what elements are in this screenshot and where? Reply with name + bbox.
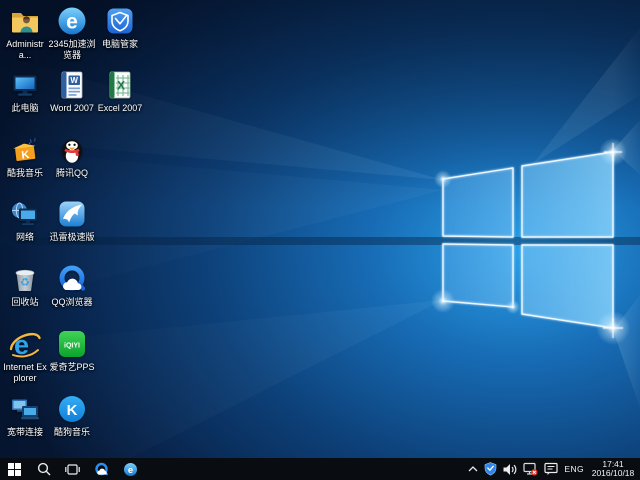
desktop-icon-label: Word 2007 [50,103,94,114]
desktop: Administra... e 2345加速浏览器 电脑管家 此电脑 W [0,0,640,480]
clock-date: 2016/10/18 [590,469,636,479]
desktop-icon-label: 宽带连接 [7,427,43,438]
desktop-icon-administrator[interactable]: Administra... [1,5,49,61]
pc-manager-shield-icon [104,5,136,37]
svg-text:W: W [70,76,78,85]
iqiyi-pps-icon: iQIYI [56,328,88,360]
desktop-icon-label: 2345加速浏览器 [48,39,96,61]
desktop-icon-label: 酷狗音乐 [54,427,90,438]
desktop-icon-xunlei[interactable]: 迅雷极速版 [48,198,96,243]
qq-browser-icon [94,462,109,477]
taskbar: e [0,458,640,480]
tray-clock[interactable]: 17:41 2016/10/18 [590,460,636,479]
network-globe-monitor-icon [9,198,41,230]
desktop-icon-recycle-bin[interactable]: ♻ 回收站 [1,263,49,308]
pc-manager-shield-icon [484,462,497,476]
desktop-icon-kugou-music[interactable]: K 酷狗音乐 [48,393,96,438]
action-center-icon [544,462,558,476]
svg-text:X: X [117,79,125,93]
desktop-icon-label: 此电脑 [11,103,38,114]
task-view-button[interactable] [58,458,87,480]
desktop-icon-label: 腾讯QQ [56,168,88,179]
search-icon [37,462,51,476]
desktop-icon-pc-manager[interactable]: 电脑管家 [96,5,144,50]
kugou-music-icon: K [56,393,88,425]
this-pc-monitor-icon [9,69,41,101]
desktop-icon-iqiyi-pps[interactable]: iQIYI 爱奇艺PPS [48,328,96,373]
desktop-icon-label: 网络 [16,232,34,243]
desktop-icon-label: QQ浏览器 [51,297,92,308]
desktop-icon-broadband-connection[interactable]: 宽带连接 [1,393,49,438]
desktop-icon-kuwo-music[interactable]: ♪ ♪ K 酷我音乐 [1,134,49,179]
svg-text:e: e [66,11,78,34]
svg-text:iQIYI: iQIYI [64,343,80,350]
qq-penguin-icon [56,134,88,166]
desktop-icon-label: Internet Explorer [1,362,49,384]
svg-text:♪: ♪ [33,137,37,144]
svg-text:K: K [21,149,30,162]
desktop-icon-network[interactable]: 网络 [1,198,49,243]
taskbar-qq-browser-button[interactable] [87,458,116,480]
2345-browser-icon: e [123,462,138,477]
desktop-icon-word-2007[interactable]: W Word 2007 [48,69,96,114]
desktop-icon-2345-browser[interactable]: e 2345加速浏览器 [48,5,96,61]
svg-text:K: K [67,402,78,419]
kuwo-music-box-icon: ♪ ♪ K [9,134,41,166]
desktop-icon-label: Administra... [1,39,49,61]
desktop-icon-label: 爱奇艺PPS [49,362,94,373]
desktop-icon-label: 酷我音乐 [7,168,43,179]
word-document-icon: W [56,69,88,101]
desktop-icon-tencent-qq[interactable]: 腾讯QQ [48,134,96,179]
desktop-icon-internet-explorer[interactable]: e Internet Explorer [1,328,49,384]
desktop-icon-excel-2007[interactable]: X Excel 2007 [96,69,144,114]
user-folder-icon [9,5,41,37]
svg-text:e: e [128,465,133,476]
recycle-bin-icon: ♻ [9,263,41,295]
thunder-bird-icon [56,198,88,230]
excel-spreadsheet-icon: X [104,69,136,101]
desktop-icon-label: 电脑管家 [102,39,138,50]
desktop-icon-this-pc[interactable]: 此电脑 [1,69,49,114]
volume-icon [503,463,517,476]
search-button[interactable] [29,458,58,480]
tray-volume[interactable] [503,458,517,480]
2345-browser-icon: e [56,5,88,37]
tray-network-disconnected[interactable] [523,458,538,480]
desktop-icon-label: Excel 2007 [98,103,143,114]
desktop-icon-qq-browser[interactable]: QQ浏览器 [48,263,96,308]
start-button[interactable] [0,458,29,480]
internet-explorer-icon: e [9,328,41,360]
broadband-connection-icon [9,393,41,425]
qq-browser-icon [56,263,88,295]
action-center-button[interactable] [544,458,558,480]
task-view-icon [65,463,80,476]
language-indicator[interactable]: ENG [564,464,584,474]
windows-logo-icon [8,463,21,476]
svg-text:♻: ♻ [20,277,30,289]
desktop-icon-label: 回收站 [11,297,38,308]
desktop-icon-label: 迅雷极速版 [49,232,94,243]
taskbar-2345-browser-button[interactable]: e [116,458,145,480]
network-disconnected-icon [523,462,538,476]
show-hidden-icons-button[interactable] [468,458,478,480]
chevron-up-icon [468,465,478,473]
tray-pc-manager[interactable] [484,458,497,480]
